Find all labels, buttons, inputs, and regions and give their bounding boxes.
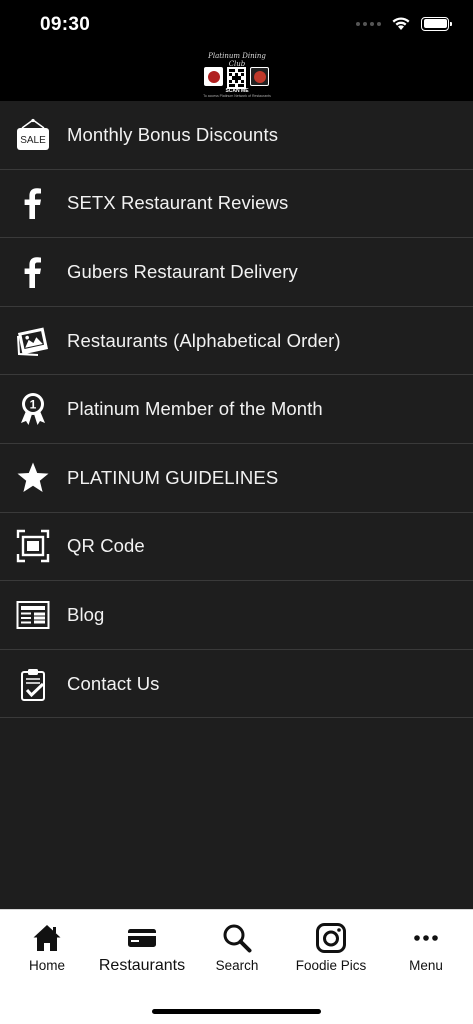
menu-item-label: Gubers Restaurant Delivery: [67, 260, 298, 282]
home-icon: [0, 922, 94, 954]
logo-badge-left: [204, 67, 223, 86]
tab-home[interactable]: Home: [0, 922, 94, 973]
menu-item-gubers-restaurant-delivery[interactable]: Gubers Restaurant Delivery: [0, 238, 473, 307]
svg-text:SALE: SALE: [20, 135, 46, 146]
wifi-icon: [392, 17, 410, 30]
menu-item-label: PLATINUM GUIDELINES: [67, 466, 279, 488]
star-icon: [16, 461, 50, 495]
menu-item-blog[interactable]: Blog: [0, 581, 473, 650]
tab-bar: Home Restaurants Search Foodie Pics Menu: [0, 909, 473, 1024]
status-bar: 09:30: [0, 0, 473, 50]
tab-label: Home: [28, 958, 65, 973]
clipboard-check-icon: [16, 667, 50, 701]
menu-item-setx-restaurant-reviews[interactable]: SETX Restaurant Reviews: [0, 170, 473, 239]
menu-item-platinum-guidelines[interactable]: PLATINUM GUIDELINES: [0, 444, 473, 513]
menu-item-label: QR Code: [67, 535, 145, 557]
facebook-icon: [16, 186, 50, 220]
menu-item-qr-code[interactable]: QR Code: [0, 513, 473, 582]
status-time: 09:30: [40, 14, 91, 35]
credit-card-icon: [95, 922, 189, 954]
sale-tag-icon: SALE: [16, 118, 50, 152]
tab-label: Search: [215, 958, 259, 973]
menu-item-label: Platinum Member of the Month: [67, 398, 323, 420]
facebook-icon: [16, 255, 50, 289]
menu-item-contact-us[interactable]: Contact Us: [0, 650, 473, 719]
menu-item-label: Restaurants (Alphabetical Order): [67, 329, 341, 351]
newspaper-icon: [16, 598, 50, 632]
qr-frame-icon: [16, 529, 50, 563]
tab-search[interactable]: Search: [190, 922, 284, 973]
menu-item-label: Monthly Bonus Discounts: [67, 123, 279, 145]
home-indicator[interactable]: [152, 1009, 321, 1014]
logo-badge-right: [250, 67, 269, 86]
tab-menu[interactable]: Menu: [379, 922, 473, 973]
svg-text:1: 1: [30, 398, 37, 412]
more-dots-icon: [379, 922, 473, 954]
logo-qr-code: [227, 67, 246, 89]
tab-label: Foodie Pics: [295, 958, 367, 973]
award-ribbon-icon: 1: [16, 392, 50, 426]
menu-item-label: SETX Restaurant Reviews: [67, 192, 289, 214]
menu-item-platinum-member-of-month[interactable]: 1 Platinum Member of the Month: [0, 375, 473, 444]
logo-badges: [204, 67, 269, 89]
camera-icon: [284, 922, 378, 954]
app-header: Platinum Dining Club SCAN ME To access P…: [0, 50, 473, 101]
menu-item-restaurants-alphabetical[interactable]: Restaurants (Alphabetical Order): [0, 307, 473, 376]
status-icons: [356, 16, 452, 31]
cellular-dots-icon: [356, 21, 381, 26]
menu-item-monthly-bonus-discounts[interactable]: SALE Monthly Bonus Discounts: [0, 101, 473, 170]
tab-label: Menu: [409, 958, 443, 973]
tab-label: Restaurants: [98, 957, 186, 974]
club-logo: Platinum Dining Club SCAN ME To access P…: [199, 52, 275, 100]
tab-restaurants[interactable]: Restaurants: [95, 922, 189, 975]
battery-icon: [421, 16, 452, 31]
menu-item-label: Blog: [67, 603, 105, 625]
menu-item-label: Contact Us: [67, 672, 160, 694]
photos-icon: [16, 324, 50, 358]
tab-foodie-pics[interactable]: Foodie Pics: [284, 922, 378, 973]
search-icon: [190, 922, 284, 954]
logo-script-text: Platinum Dining Club: [208, 52, 266, 68]
logo-sub-text: To access Platinum Network of Restaurant…: [203, 94, 271, 98]
menu-list: SALE Monthly Bonus Discounts SETX Restau…: [0, 101, 473, 719]
